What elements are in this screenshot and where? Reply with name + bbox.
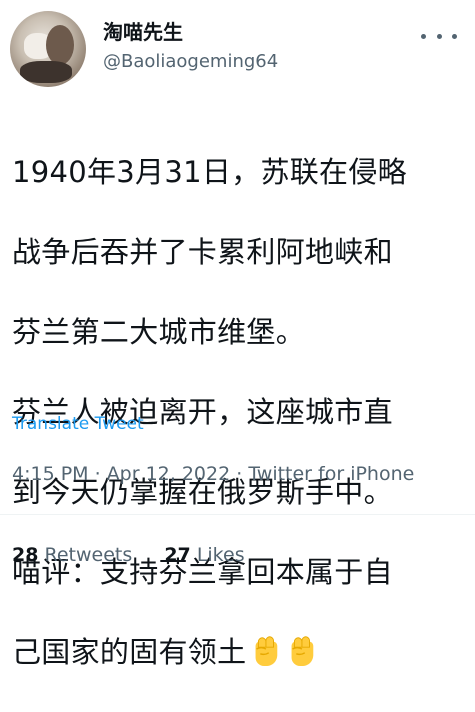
tweet-line: 1940年3月31日，苏联在侵略 <box>12 155 407 189</box>
tweet-line: 战争后吞并了卡累利阿地峡和 <box>12 235 393 269</box>
translate-tweet-link[interactable]: Translate Tweet <box>12 413 144 435</box>
tweet-timestamp-source[interactable]: 4:15 PM · Apr 12, 2022 · Twitter for iPh… <box>12 462 414 486</box>
author-display-name[interactable]: 淘喵先生 <box>103 20 183 44</box>
author-handle[interactable]: @Baoliaogeming64 <box>103 51 278 73</box>
tweet-line: 己国家的固有领土 <box>12 635 247 669</box>
tweet-text: 1940年3月31日，苏联在侵略 战争后吞并了卡累利阿地峡和 芬兰第二大城市维堡… <box>12 112 472 712</box>
fist-emoji <box>291 636 314 667</box>
retweets-stat[interactable]: 28 Retweets <box>12 543 132 567</box>
likes-label: Likes <box>196 544 245 566</box>
tweet-stats: 28 Retweets 27 Likes <box>12 543 271 567</box>
tweet-line: 芬兰第二大城市维堡。 <box>12 315 306 349</box>
likes-count: 27 <box>164 544 191 566</box>
more-options-icon[interactable] <box>421 26 457 46</box>
retweets-count: 28 <box>12 544 39 566</box>
avatar[interactable] <box>10 11 86 87</box>
fist-emoji <box>255 636 278 667</box>
retweets-label: Retweets <box>44 544 133 566</box>
likes-stat[interactable]: 27 Likes <box>164 543 244 567</box>
divider <box>0 514 475 515</box>
